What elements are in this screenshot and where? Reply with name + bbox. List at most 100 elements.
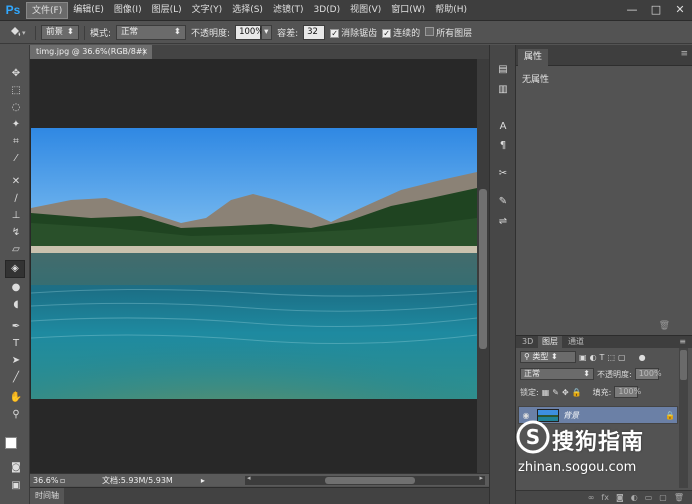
tool-presets-icon[interactable]: ✂ — [496, 167, 510, 181]
lock-image-icon[interactable]: ✎ — [552, 388, 559, 397]
menu-window[interactable]: 窗口(W) — [386, 2, 430, 19]
lock-all-icon[interactable]: 🔒 — [572, 388, 582, 397]
tolerance-input[interactable]: 32 — [303, 25, 326, 40]
magic-wand-tool-icon[interactable]: ✦ — [8, 118, 24, 132]
filter-adjustment-icon[interactable]: ◐ — [590, 353, 597, 362]
delete-layer-icon[interactable]: 🗑 — [674, 493, 684, 502]
layer-opacity-input[interactable]: 100% — [634, 368, 662, 380]
menu-layer[interactable]: 图层(L) — [147, 2, 187, 19]
timeline-tab[interactable]: 时间轴 — [30, 488, 64, 504]
adjustment-layer-icon[interactable]: ◐ — [631, 493, 638, 502]
menu-edit[interactable]: 编辑(E) — [68, 2, 109, 19]
new-group-icon[interactable]: ▭ — [645, 493, 653, 502]
lock-position-icon[interactable]: ✥ — [562, 388, 569, 397]
restore-button[interactable]: □ — [648, 2, 664, 17]
mode-select[interactable]: 正常 ⬍ — [116, 25, 187, 40]
link-layers-icon[interactable]: ∞ — [588, 493, 595, 502]
blend-mode-select[interactable]: 正常 ⬍ — [520, 368, 594, 380]
menu-3d[interactable]: 3D(D) — [308, 2, 345, 19]
document-tab[interactable]: timg.jpg @ 36.6%(RGB/8#) × — [30, 45, 152, 59]
menu-view[interactable]: 视图(V) — [345, 2, 386, 19]
status-menu-arrow-icon[interactable]: ▸ — [201, 476, 205, 485]
menu-type[interactable]: 文字(Y) — [187, 2, 228, 19]
line-tool-icon[interactable]: ╱ — [8, 371, 24, 385]
panel-menu-icon[interactable]: ≡ — [675, 336, 690, 348]
tab-3d[interactable]: 3D — [518, 336, 537, 348]
filter-smart-object-icon[interactable]: ▢ — [618, 353, 626, 362]
layer-style-icon[interactable]: fx — [601, 493, 609, 502]
move-tool-icon[interactable]: ✥ — [8, 67, 24, 81]
eyedropper-tool-icon[interactable]: ⁄ — [8, 152, 24, 166]
quick-mask-icon[interactable]: ◙ — [8, 461, 24, 475]
menu-image[interactable]: 图像(I) — [109, 2, 147, 19]
brush-presets-icon[interactable]: ✎ — [496, 195, 510, 209]
scrollbar-thumb[interactable] — [479, 189, 487, 349]
document-info[interactable]: 文档:5.93M/5.93M — [102, 475, 173, 486]
zoom-level[interactable]: 36.6% — [30, 476, 60, 485]
paint-bucket-icon[interactable]: ▾ — [8, 25, 30, 40]
history-brush-tool-icon[interactable]: ↯ — [8, 226, 24, 240]
panel-menu-icon[interactable]: ≡ — [680, 49, 688, 59]
vertical-scrollbar[interactable] — [477, 59, 489, 473]
history-icon[interactable]: ▤ — [496, 63, 510, 77]
scrollbar-thumb[interactable] — [325, 477, 415, 484]
minimize-button[interactable]: — — [624, 2, 640, 17]
close-button[interactable]: ✕ — [672, 2, 688, 17]
crop-tool-icon[interactable]: ⌗ — [8, 135, 24, 149]
opacity-dropdown[interactable]: ▾ — [261, 25, 273, 40]
filter-toggle-icon[interactable]: ● — [639, 353, 646, 362]
character-icon[interactable]: A — [496, 120, 510, 134]
horizontal-scrollbar[interactable]: ◂ ▸ — [245, 474, 485, 485]
clone-stamp-tool-icon[interactable]: ⊥ — [8, 209, 24, 223]
blur-tool-icon[interactable]: ● — [8, 281, 24, 295]
canvas-area[interactable] — [30, 59, 477, 473]
paint-bucket-tool-icon[interactable]: ◈ — [5, 260, 25, 278]
layer-filter-select[interactable]: ⚲ 类型 ⬍ — [520, 351, 576, 363]
dodge-tool-icon[interactable]: ◖ — [8, 298, 24, 312]
tab-layers[interactable]: 图层 — [538, 336, 562, 348]
pen-tool-icon[interactable]: ✒ — [8, 320, 24, 334]
healing-brush-tool-icon[interactable]: ✕ — [8, 175, 24, 189]
new-layer-icon[interactable]: ▢ — [659, 493, 667, 502]
tab-properties[interactable]: 属性 — [518, 49, 549, 66]
menu-file[interactable]: 文件(F) — [26, 1, 69, 19]
hand-tool-icon[interactable]: ✋ — [8, 391, 24, 405]
visibility-eye-icon[interactable]: ◉ — [519, 411, 533, 420]
zoom-tool-icon[interactable]: ⚲ — [8, 408, 24, 422]
filter-shape-icon[interactable]: ⬚ — [607, 353, 615, 362]
scroll-left-icon[interactable]: ◂ — [247, 474, 251, 482]
eraser-tool-icon[interactable]: ▱ — [8, 243, 24, 257]
screen-mode-icon[interactable]: ▣ — [8, 479, 24, 493]
antialias-checkbox[interactable]: ✓ 消除锯齿 — [330, 26, 377, 39]
layer-row-background[interactable]: ◉ 背景 🔒 — [518, 406, 678, 424]
delete-icon[interactable]: 🗑 — [659, 321, 670, 331]
layers-scrollbar[interactable] — [679, 348, 688, 488]
scroll-right-icon[interactable]: ▸ — [479, 474, 483, 482]
paragraph-icon[interactable]: ¶ — [496, 139, 510, 153]
opacity-input[interactable]: 100% — [235, 25, 263, 40]
menu-filter[interactable]: 滤镜(T) — [268, 2, 309, 19]
filter-pixel-icon[interactable]: ▣ — [579, 353, 587, 362]
foreground-color[interactable] — [5, 437, 17, 449]
fill-source-select[interactable]: 前景 ⬍ — [41, 25, 79, 40]
fill-input[interactable]: 100% — [614, 386, 641, 398]
scrollbar-thumb[interactable] — [680, 350, 687, 380]
tab-channels[interactable]: 通道 — [564, 336, 588, 348]
filter-type-icon[interactable]: T — [600, 353, 605, 362]
color-swatches[interactable] — [5, 433, 27, 455]
marquee-tool-icon[interactable]: ⬚ — [8, 84, 24, 98]
path-selection-tool-icon[interactable]: ➤ — [8, 354, 24, 368]
menu-select[interactable]: 选择(S) — [227, 2, 268, 19]
adjustments-icon[interactable]: ⇌ — [496, 215, 510, 229]
layer-mask-icon[interactable]: ◙ — [616, 493, 624, 502]
close-tab-icon[interactable]: × — [141, 45, 148, 59]
lasso-tool-icon[interactable]: ◌ — [8, 101, 24, 115]
brush-tool-icon[interactable]: ∕ — [8, 192, 24, 206]
type-tool-icon[interactable]: T — [8, 337, 24, 351]
document-image[interactable] — [31, 128, 477, 399]
all-layers-checkbox[interactable]: 所有图层 — [425, 26, 472, 39]
menu-help[interactable]: 帮助(H) — [430, 2, 472, 19]
contiguous-checkbox[interactable]: ✓ 连续的 — [382, 26, 420, 39]
properties-icon[interactable]: ▥ — [496, 83, 510, 97]
lock-transparent-icon[interactable]: ▦ — [542, 388, 550, 397]
